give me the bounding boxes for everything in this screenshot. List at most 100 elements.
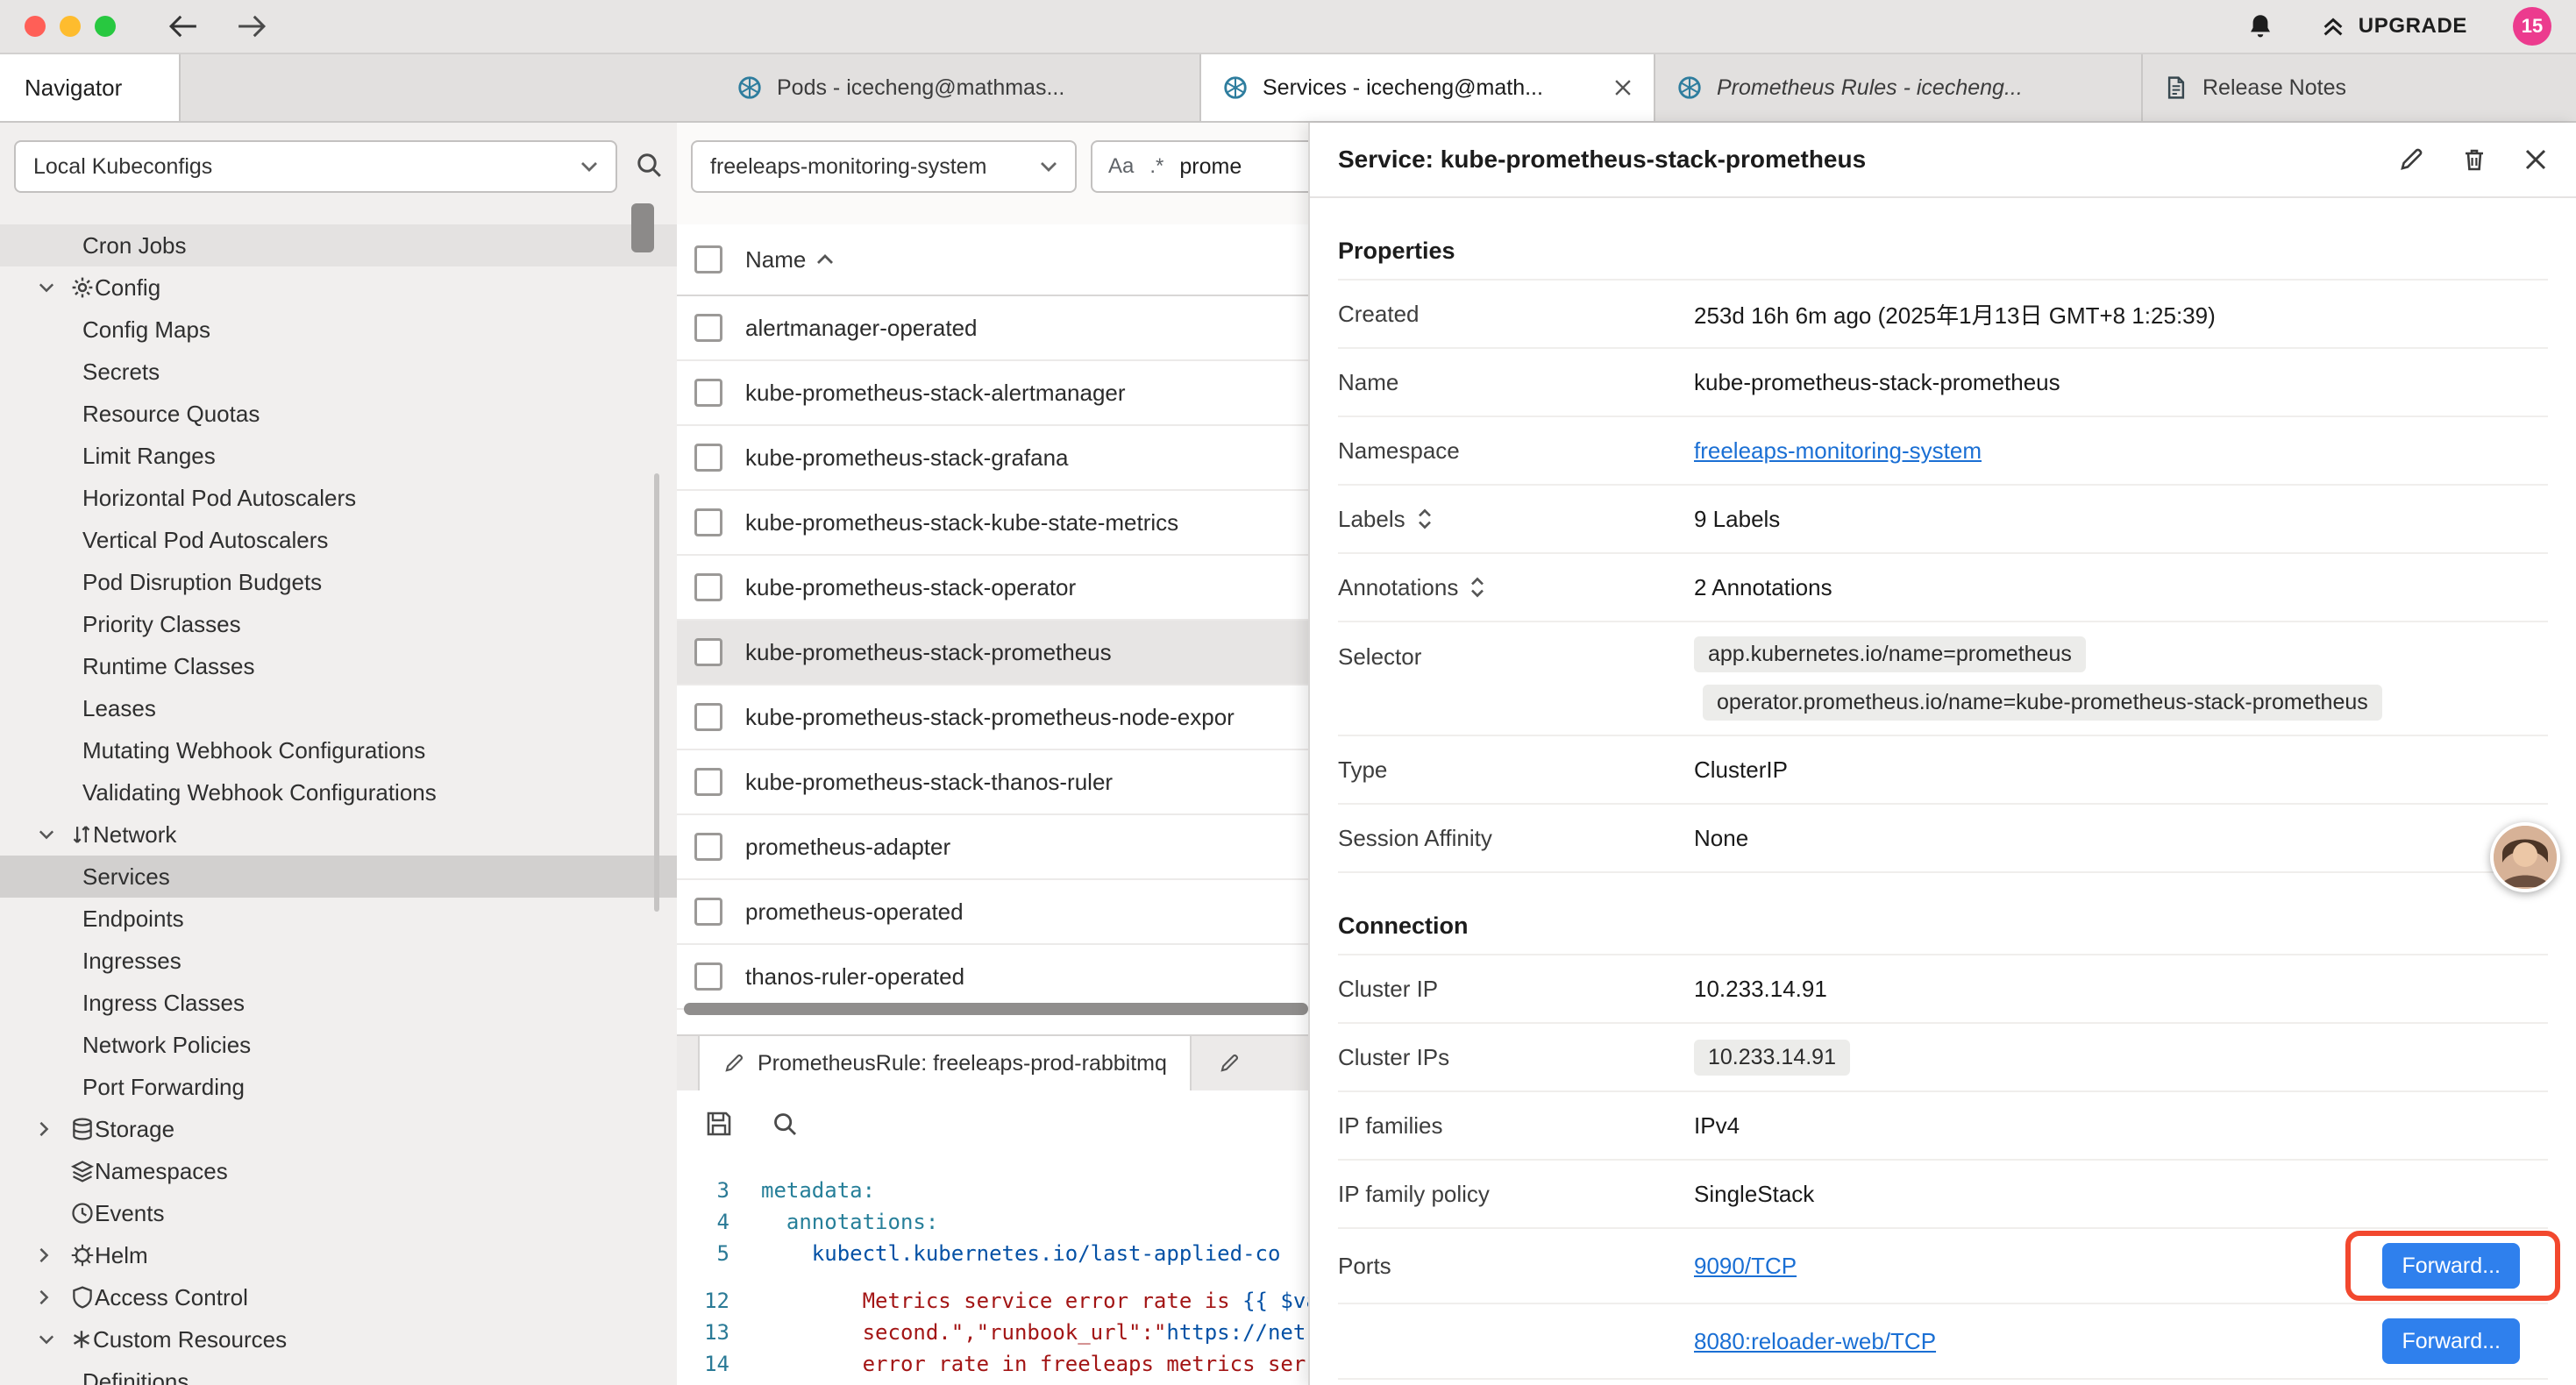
upgrade-button[interactable]: UPGRADE xyxy=(2320,13,2467,39)
regex-toggle[interactable]: .* xyxy=(1149,154,1163,179)
close-tab-icon[interactable] xyxy=(1613,78,1633,97)
row-checkbox[interactable] xyxy=(694,573,722,601)
table-row-prometheus-adapter[interactable]: prometheus-adapter xyxy=(677,815,1413,880)
forward-icon[interactable] xyxy=(237,15,267,38)
row-checkbox[interactable] xyxy=(694,962,722,991)
select-all-checkbox[interactable] xyxy=(694,245,722,273)
sidebar-item-ingresses[interactable]: Ingresses xyxy=(0,940,677,982)
row-checkbox[interactable] xyxy=(694,508,722,536)
table-row-thanos-ruler-operated[interactable]: thanos-ruler-operated xyxy=(677,945,1413,1010)
presence-avatar[interactable] xyxy=(2490,822,2560,892)
chevron-down-icon[interactable] xyxy=(39,829,56,840)
chevron-right-icon[interactable] xyxy=(39,1247,56,1263)
table-row-kube-prometheus-stack-operator[interactable]: kube-prometheus-stack-operator xyxy=(677,556,1413,621)
scrollbar-thumb[interactable] xyxy=(631,203,654,252)
sidebar-item-helm[interactable]: Helm xyxy=(0,1234,677,1276)
namespace-link[interactable]: freeleaps-monitoring-system xyxy=(1694,437,1982,465)
sidebar-item-access-control[interactable]: Access Control xyxy=(0,1276,677,1318)
sidebar-item-label: Ingress Classes xyxy=(82,990,245,1017)
chevron-down-icon[interactable] xyxy=(39,282,56,293)
sidebar-item-resource-quotas[interactable]: Resource Quotas xyxy=(0,393,677,435)
sidebar-item-network[interactable]: Network xyxy=(0,813,677,856)
sidebar-item-limit-ranges[interactable]: Limit Ranges xyxy=(0,435,677,477)
sidebar-item-ingress-classes[interactable]: Ingress Classes xyxy=(0,982,677,1024)
sidebar-item-events[interactable]: Events xyxy=(0,1192,677,1234)
sidebar-item-label: Priority Classes xyxy=(82,611,241,638)
detail-value: None xyxy=(1694,825,2548,852)
table-row-kube-prometheus-stack-prometheus[interactable]: kube-prometheus-stack-prometheus xyxy=(677,621,1413,685)
expander-icon[interactable] xyxy=(1416,507,1434,531)
sidebar-item-endpoints[interactable]: Endpoints xyxy=(0,898,677,940)
row-checkbox[interactable] xyxy=(694,833,722,861)
match-case-toggle[interactable]: Aa xyxy=(1108,154,1134,179)
sidebar-item-config-maps[interactable]: Config Maps xyxy=(0,309,677,351)
row-checkbox[interactable] xyxy=(694,703,722,731)
sidebar-item-mutating-webhook-configurations[interactable]: Mutating Webhook Configurations xyxy=(0,729,677,771)
sidebar-item-secrets[interactable]: Secrets xyxy=(0,351,677,393)
search-icon[interactable] xyxy=(772,1111,798,1137)
sidebar-item-definitions[interactable]: Definitions xyxy=(0,1360,677,1385)
sidebar-item-priority-classes[interactable]: Priority Classes xyxy=(0,603,677,645)
namespace-selector[interactable]: freeleaps-monitoring-system xyxy=(691,140,1077,193)
search-icon[interactable] xyxy=(635,151,663,179)
close-window-button[interactable] xyxy=(25,16,46,37)
horizontal-scrollbar-thumb[interactable] xyxy=(684,1003,1308,1015)
forward-button[interactable]: Forward... xyxy=(2382,1318,2520,1364)
maximize-window-button[interactable] xyxy=(95,16,116,37)
sidebar-item-storage[interactable]: Storage xyxy=(0,1108,677,1150)
sidebar-item-horizontal-pod-autoscalers[interactable]: Horizontal Pod Autoscalers xyxy=(0,477,677,519)
row-checkbox[interactable] xyxy=(694,314,722,342)
sidebar-item-validating-webhook-configurations[interactable]: Validating Webhook Configurations xyxy=(0,771,677,813)
save-icon[interactable] xyxy=(705,1110,733,1138)
back-icon[interactable] xyxy=(168,15,198,38)
table-row-kube-prometheus-stack-prometheus-node-expor[interactable]: kube-prometheus-stack-prometheus-node-ex… xyxy=(677,685,1413,750)
edit-icon[interactable] xyxy=(2397,146,2425,174)
close-icon[interactable] xyxy=(2523,147,2548,172)
chevron-down-icon[interactable] xyxy=(39,1334,56,1345)
row-checkbox[interactable] xyxy=(694,379,722,407)
sidebar-item-runtime-classes[interactable]: Runtime Classes xyxy=(0,645,677,687)
port-link-8080-reloader-web-tcp[interactable]: 8080:reloader-web/TCP xyxy=(1694,1328,1936,1355)
sidebar-item-config[interactable]: Config xyxy=(0,266,677,309)
tab-services-icecheng-math[interactable]: Services - icecheng@math... xyxy=(1201,54,1655,121)
minimize-window-button[interactable] xyxy=(60,16,81,37)
notification-badge[interactable]: 15 xyxy=(2513,7,2551,46)
tab-pods-icecheng-mathmas[interactable]: Pods - icecheng@mathmas... xyxy=(715,54,1201,121)
table-row-kube-prometheus-stack-thanos-ruler[interactable]: kube-prometheus-stack-thanos-ruler xyxy=(677,750,1413,815)
table-row-alertmanager-operated[interactable]: alertmanager-operated xyxy=(677,296,1413,361)
navigator-tab[interactable]: Navigator xyxy=(0,54,181,121)
forward-button[interactable]: Forward... xyxy=(2382,1243,2520,1289)
tab-prometheus-rules-icecheng[interactable]: Prometheus Rules - icecheng... xyxy=(1655,54,2143,121)
sidebar-item-pod-disruption-budgets[interactable]: Pod Disruption Budgets xyxy=(0,561,677,603)
table-row-prometheus-operated[interactable]: prometheus-operated xyxy=(677,880,1413,945)
table-row-kube-prometheus-stack-grafana[interactable]: kube-prometheus-stack-grafana xyxy=(677,426,1413,491)
expander-icon[interactable] xyxy=(1469,575,1486,600)
row-checkbox[interactable] xyxy=(694,768,722,796)
tab-release-notes[interactable]: Release Notes xyxy=(2143,54,2576,121)
code-line-5: 5 kubectl.kubernetes.io/last-applied-co xyxy=(677,1238,1413,1269)
yaml-editor[interactable]: 3metadata:4 annotations:5 kubectl.kubern… xyxy=(677,1157,1413,1385)
sidebar-item-leases[interactable]: Leases xyxy=(0,687,677,729)
row-checkbox[interactable] xyxy=(694,898,722,926)
bell-icon[interactable] xyxy=(2246,12,2274,40)
sidebar-item-port-forwarding[interactable]: Port Forwarding xyxy=(0,1066,677,1108)
row-checkbox[interactable] xyxy=(694,444,722,472)
editor-tab-partial[interactable] xyxy=(1195,1036,1263,1090)
kubeconfig-selector[interactable]: Local Kubeconfigs xyxy=(14,140,617,193)
row-checkbox[interactable] xyxy=(694,638,722,666)
sidebar-item-vertical-pod-autoscalers[interactable]: Vertical Pod Autoscalers xyxy=(0,519,677,561)
name-column-header[interactable]: Name xyxy=(745,246,834,273)
sidebar-item-services[interactable]: Services xyxy=(0,856,677,898)
sidebar-item-namespaces[interactable]: Namespaces xyxy=(0,1150,677,1192)
table-row-kube-prometheus-stack-alertmanager[interactable]: kube-prometheus-stack-alertmanager xyxy=(677,361,1413,426)
table-row-kube-prometheus-stack-kube-state-metrics[interactable]: kube-prometheus-stack-kube-state-metrics xyxy=(677,491,1413,556)
editor-tab-active[interactable]: PrometheusRule: freeleaps-prod-rabbitmq xyxy=(698,1036,1192,1090)
scrollbar-track[interactable] xyxy=(654,473,659,912)
chevron-right-icon[interactable] xyxy=(39,1121,56,1137)
port-link-9090-tcp[interactable]: 9090/TCP xyxy=(1694,1253,1797,1280)
sidebar-item-network-policies[interactable]: Network Policies xyxy=(0,1024,677,1066)
chevron-right-icon[interactable] xyxy=(39,1289,56,1305)
delete-icon[interactable] xyxy=(2460,146,2488,174)
sidebar-item-custom-resources[interactable]: Custom Resources xyxy=(0,1318,677,1360)
sidebar-item-cron-jobs[interactable]: Cron Jobs xyxy=(0,224,677,266)
